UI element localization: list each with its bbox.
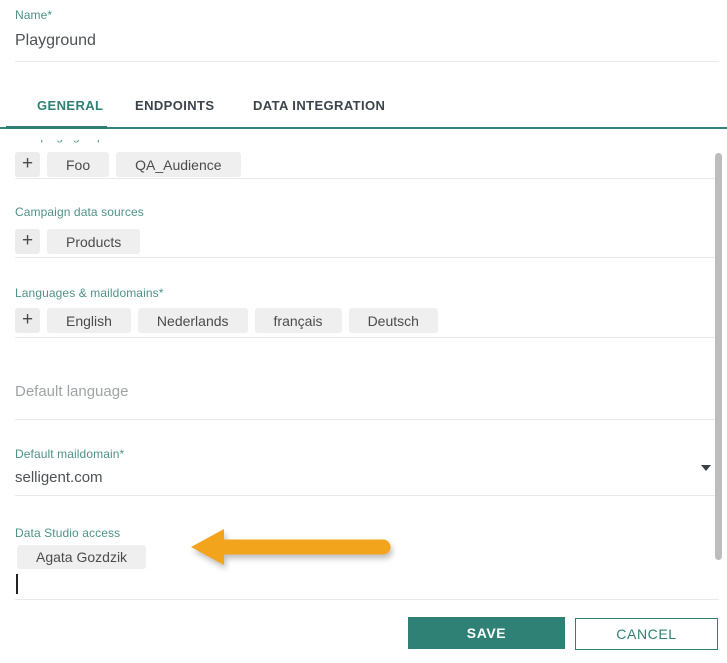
divider bbox=[15, 61, 719, 62]
chip-francais[interactable]: français bbox=[254, 308, 342, 333]
divider bbox=[15, 495, 719, 496]
languages-chip-row: + English Nederlands français Deutsch bbox=[15, 308, 445, 333]
text-cursor bbox=[16, 574, 18, 594]
add-icon[interactable]: + bbox=[15, 152, 40, 177]
add-icon[interactable]: + bbox=[15, 308, 40, 333]
chip-agata-gozdzik[interactable]: Agata Gozdzik bbox=[17, 545, 147, 569]
divider bbox=[15, 257, 719, 258]
divider bbox=[15, 337, 719, 338]
chip-qa-audience[interactable]: QA_Audience bbox=[116, 152, 241, 177]
languages-maildomains-label: Languages & maildomains* bbox=[15, 286, 164, 300]
default-maildomain-label: Default maildomain* bbox=[15, 447, 125, 461]
annotation-arrow-icon bbox=[191, 529, 391, 565]
organization-settings-form: Name* Playground GENERAL ENDPOINTS DATA … bbox=[0, 0, 727, 663]
chip-nederlands[interactable]: Nederlands bbox=[137, 308, 248, 333]
divider bbox=[15, 599, 719, 600]
cancel-button[interactable]: CANCEL bbox=[575, 618, 718, 650]
name-input[interactable]: Playground bbox=[15, 32, 96, 50]
campaign-groups-chip-row: + Foo QA_Audience bbox=[15, 152, 248, 177]
name-label: Name* bbox=[15, 8, 53, 22]
data-studio-chip-row: Agata Gozdzik bbox=[17, 545, 153, 569]
active-tab-indicator bbox=[6, 125, 107, 129]
data-studio-access-label: Data Studio access bbox=[15, 526, 121, 540]
campaign-data-sources-chip-row: + Products bbox=[15, 229, 147, 254]
chip-english[interactable]: English bbox=[47, 308, 131, 333]
add-icon[interactable]: + bbox=[15, 229, 40, 254]
chip-deutsch[interactable]: Deutsch bbox=[348, 308, 438, 333]
campaign-data-sources-label: Campaign data sources bbox=[15, 205, 144, 219]
scrollbar-thumb[interactable] bbox=[715, 153, 722, 560]
save-button[interactable]: SAVE bbox=[408, 617, 565, 649]
tab-endpoints[interactable]: ENDPOINTS bbox=[135, 98, 214, 113]
tabs-underline bbox=[0, 127, 727, 129]
chip-products[interactable]: Products bbox=[47, 229, 141, 254]
default-language-field[interactable]: Default language bbox=[15, 383, 128, 400]
divider bbox=[15, 419, 719, 420]
campaign-groups-label-clipped: Campaign groups bbox=[15, 140, 110, 146]
chip-foo[interactable]: Foo bbox=[47, 152, 110, 177]
default-maildomain-select[interactable]: selligent.com bbox=[15, 469, 103, 486]
chevron-down-icon[interactable] bbox=[701, 465, 711, 471]
tab-general[interactable]: GENERAL bbox=[37, 98, 103, 113]
tab-data-integration[interactable]: DATA INTEGRATION bbox=[253, 98, 385, 113]
divider bbox=[15, 178, 719, 179]
